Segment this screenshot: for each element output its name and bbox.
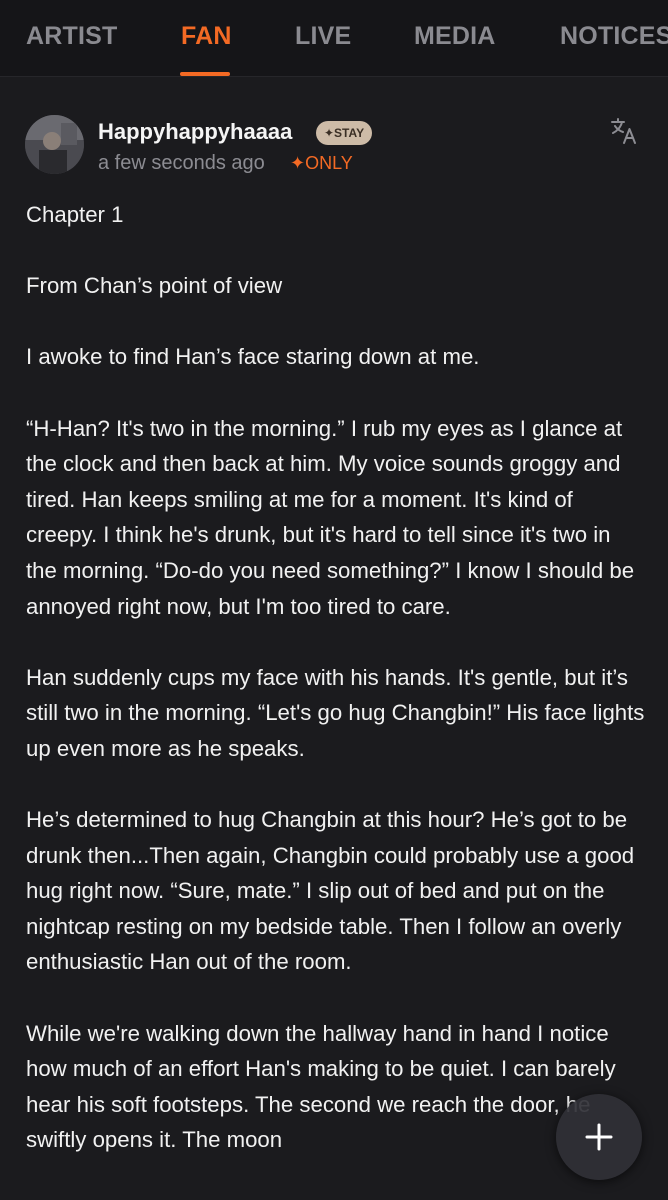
post-paragraph: “H-Han? It's two in the morning.” I rub …: [26, 415, 635, 619]
translate-icon[interactable]: [610, 117, 638, 145]
post-paragraph: He’s determined to hug Changbin at this …: [26, 807, 635, 975]
post-paragraph: While we're walking down the hallway han…: [26, 1020, 616, 1153]
post-paragraph: Chapter 1: [26, 202, 124, 227]
post-paragraph: Han suddenly cups my face with his hands…: [26, 664, 645, 761]
top-tab-bar: ARTIST FAN LIVE MEDIA NOTICES: [0, 0, 668, 77]
post-timestamp: a few seconds ago: [98, 152, 265, 174]
tab-fan[interactable]: FAN: [181, 22, 232, 51]
tab-live[interactable]: LIVE: [295, 22, 351, 51]
compose-button[interactable]: [556, 1094, 642, 1180]
active-tab-indicator: [180, 72, 230, 76]
post-paragraph: From Chan’s point of view: [26, 273, 283, 299]
tab-notices[interactable]: NOTICES: [560, 22, 668, 51]
post-username[interactable]: Happyhappyhaaaa: [98, 119, 292, 145]
plus-icon: [585, 1123, 613, 1151]
avatar-image: [25, 115, 84, 174]
post-body: Chapter 1 From Chan’s point of view I aw…: [26, 197, 646, 1194]
post-paragraph: I awoke to find Han’s face staring down …: [26, 344, 480, 370]
avatar[interactable]: [25, 115, 84, 174]
tab-media[interactable]: MEDIA: [414, 22, 496, 51]
stay-badge: ✦STAY: [316, 121, 373, 145]
tab-artist[interactable]: ARTIST: [26, 22, 117, 51]
only-label: ✦ONLY: [290, 153, 353, 173]
